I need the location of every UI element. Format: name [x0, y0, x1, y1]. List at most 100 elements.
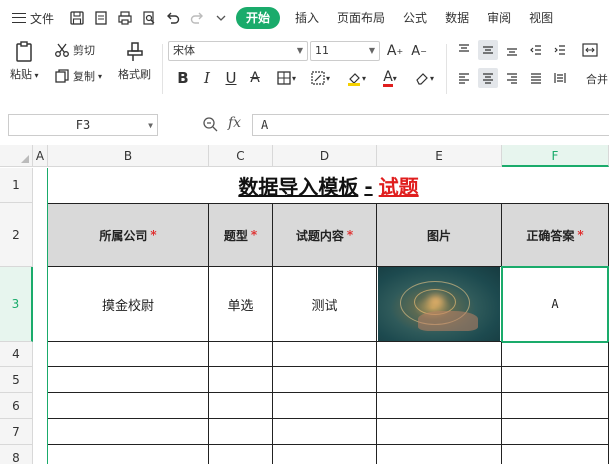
align-center-icon[interactable] [478, 68, 498, 88]
select-all-corner[interactable] [0, 145, 33, 167]
strikethrough-icon[interactable]: A [246, 68, 264, 88]
tab-page-layout[interactable]: 页面布局 [328, 7, 394, 29]
empty-cell[interactable] [209, 393, 273, 419]
empty-cell[interactable] [377, 445, 502, 464]
empty-cell[interactable] [48, 419, 209, 445]
italic-icon[interactable]: I [198, 68, 216, 88]
column-header-f[interactable]: F [502, 145, 609, 167]
formula-input[interactable]: A [252, 114, 609, 136]
print-icon[interactable] [116, 9, 134, 27]
tab-formulas[interactable]: 公式 [394, 7, 436, 29]
fx-icon[interactable]: fx [228, 115, 241, 131]
cell-b3[interactable]: 摸金校尉 [48, 267, 209, 342]
merge-button[interactable]: 合并 [586, 71, 608, 87]
row-header-7[interactable]: 7 [0, 419, 33, 445]
empty-cell[interactable] [273, 342, 377, 367]
tab-insert[interactable]: 插入 [286, 7, 328, 29]
cut-button[interactable]: 剪切 [54, 42, 95, 58]
zoom-icon[interactable] [202, 116, 218, 132]
empty-cell[interactable] [502, 393, 609, 419]
empty-cell[interactable] [209, 342, 273, 367]
cell-c3[interactable]: 单选 [209, 267, 273, 342]
title-main: 数据导入模板 [238, 175, 359, 199]
clear-format-icon[interactable]: ▾ [410, 68, 438, 88]
save-icon[interactable] [68, 9, 86, 27]
align-bottom-icon[interactable] [502, 40, 522, 60]
column-header-b[interactable]: B [48, 145, 209, 167]
tab-home[interactable]: 开始 [236, 7, 281, 29]
empty-cell[interactable] [273, 445, 377, 464]
empty-cell[interactable] [377, 342, 502, 367]
empty-cell[interactable] [273, 419, 377, 445]
empty-cell[interactable] [48, 445, 209, 464]
row-header-6[interactable]: 6 [0, 393, 33, 419]
row-header-3[interactable]: 3 [0, 267, 33, 342]
column-header-d[interactable]: D [273, 145, 377, 167]
row-header-5[interactable]: 5 [0, 367, 33, 393]
empty-cell[interactable] [502, 445, 609, 464]
header-cell-answer[interactable]: 正确答案 * [502, 203, 609, 267]
borders-icon[interactable]: ▾ [272, 68, 300, 88]
empty-cell[interactable] [209, 419, 273, 445]
font-size-select[interactable]: 11 ▼ [310, 41, 380, 61]
column-header-e[interactable]: E [377, 145, 502, 167]
bold-icon[interactable]: B [174, 68, 192, 88]
decrease-font-icon[interactable]: A − [410, 41, 428, 61]
empty-cell[interactable] [48, 367, 209, 393]
undo-icon[interactable] [164, 9, 182, 27]
empty-cell[interactable] [48, 342, 209, 367]
tab-data[interactable]: 数据 [436, 7, 478, 29]
justify-icon[interactable] [526, 68, 546, 88]
header-cell-content[interactable]: 试题内容 * [273, 203, 377, 267]
empty-cell[interactable] [377, 419, 502, 445]
empty-cell[interactable] [209, 445, 273, 464]
paste-button[interactable]: 粘贴 ▾ [10, 40, 39, 82]
format-painter-button[interactable]: 格式刷 [118, 40, 151, 82]
align-left-icon[interactable] [454, 68, 474, 88]
font-name-select[interactable]: 宋体 ▼ [168, 41, 308, 61]
indent-decrease-icon[interactable] [526, 40, 546, 60]
fill-color-icon[interactable]: ▾ [342, 68, 370, 88]
file-menu[interactable]: 文件 [12, 10, 68, 27]
font-color-icon[interactable]: A ▾ [376, 68, 404, 88]
row-header-4[interactable]: 4 [0, 342, 33, 367]
empty-cell[interactable] [502, 367, 609, 393]
sheet-title[interactable]: 数据导入模板 - 试题 [48, 168, 609, 203]
empty-cell[interactable] [502, 342, 609, 367]
print-preview-icon[interactable] [140, 9, 158, 27]
empty-cell[interactable] [377, 393, 502, 419]
increase-font-icon[interactable]: A + [386, 41, 404, 61]
empty-cell[interactable] [209, 367, 273, 393]
copy-button[interactable]: 复制 ▾ [54, 68, 102, 84]
column-header-a[interactable]: A [33, 145, 48, 167]
row-header-1[interactable]: 1 [0, 168, 33, 203]
quick-access-dropdown-icon[interactable] [212, 9, 230, 27]
fill-pattern-icon[interactable]: ▾ [306, 68, 334, 88]
align-right-icon[interactable] [502, 68, 522, 88]
empty-cell[interactable] [502, 419, 609, 445]
distributed-icon[interactable] [550, 68, 570, 88]
tab-review[interactable]: 审阅 [478, 7, 520, 29]
row-header-8[interactable]: 8 [0, 445, 33, 464]
header-cell-company[interactable]: 所属公司 * [48, 203, 209, 267]
name-box[interactable]: F3 ▼ [8, 114, 158, 136]
header-cell-type[interactable]: 题型 * [209, 203, 273, 267]
header-label: 题型 [223, 228, 248, 243]
empty-cell[interactable] [377, 367, 502, 393]
empty-cell[interactable] [273, 393, 377, 419]
cell-d3[interactable]: 测试 [273, 267, 377, 342]
export-pdf-icon[interactable] [92, 9, 110, 27]
underline-icon[interactable]: U [222, 68, 240, 88]
empty-cell[interactable] [273, 367, 377, 393]
column-header-c[interactable]: C [209, 145, 273, 167]
tab-view[interactable]: 视图 [520, 7, 562, 29]
align-middle-icon[interactable] [478, 40, 498, 60]
indent-increase-icon[interactable] [550, 40, 570, 60]
row-header-2[interactable]: 2 [0, 203, 33, 267]
embedded-image[interactable] [378, 267, 500, 341]
merge-icon[interactable] [582, 42, 598, 58]
header-cell-image[interactable]: 图片 [377, 203, 502, 267]
redo-icon[interactable] [188, 9, 206, 27]
align-top-icon[interactable] [454, 40, 474, 60]
empty-cell[interactable] [48, 393, 209, 419]
